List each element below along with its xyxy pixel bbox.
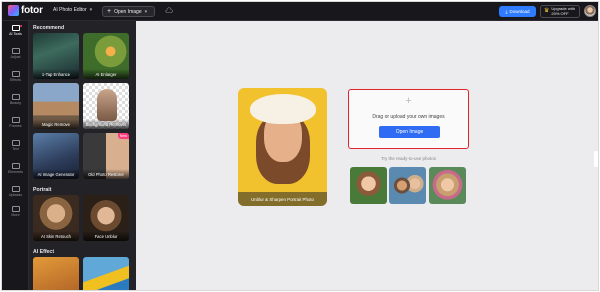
rail-item-elements[interactable]: Elements bbox=[2, 163, 29, 174]
rail-item-ai-tools[interactable]: AI Tools bbox=[2, 25, 29, 36]
tool-tile-ai-skin-retouch[interactable]: AI Skin Retouch bbox=[33, 195, 79, 241]
cloud-icon[interactable] bbox=[165, 7, 173, 14]
main-canvas: Unblur & Sharpen Portrait Photo + Drag o… bbox=[136, 21, 598, 290]
upgrade-button[interactable]: ♛ Upgrade with 20% OFF bbox=[540, 5, 580, 18]
sample-photo-3[interactable] bbox=[429, 167, 466, 204]
upload-dropzone[interactable]: + Drag or upload your own images Open Im… bbox=[348, 89, 469, 149]
open-image-top-button[interactable]: + Open Image ▾ bbox=[102, 6, 155, 17]
tool-tile-label: AI Skin Retouch bbox=[33, 231, 79, 241]
tool-tile-magic-remove[interactable]: Magic Remove bbox=[33, 83, 79, 129]
download-label: Download bbox=[509, 9, 530, 14]
rail-item-frames[interactable]: Frames bbox=[2, 117, 29, 128]
tool-tile-ai-effect-2[interactable] bbox=[83, 257, 129, 290]
frames-icon bbox=[11, 117, 20, 123]
tool-tile-label: AI Image Generator bbox=[33, 169, 79, 179]
rail-label: Uploads bbox=[8, 193, 23, 197]
download-icon: ⤓ bbox=[505, 9, 508, 14]
tool-tile-label: Magic Remove bbox=[33, 119, 79, 129]
beauty-icon bbox=[11, 94, 20, 100]
sample-photo-2[interactable] bbox=[389, 167, 426, 204]
sample-photo-1[interactable] bbox=[350, 167, 387, 204]
tool-panel: Recommend 1-Tap Enhance AI Enlarger Magi… bbox=[29, 21, 136, 290]
tool-rail: AI Tools Adjust Effects Beauty Frames Te… bbox=[2, 21, 29, 290]
text-icon bbox=[11, 140, 20, 146]
plus-icon: + bbox=[107, 8, 112, 15]
editor-mode-select[interactable]: AI Photo Editor ▾ bbox=[53, 7, 92, 13]
effects-icon bbox=[11, 71, 20, 77]
section-title-ai-effect: AI Effect bbox=[33, 249, 55, 255]
rail-label: Beauty bbox=[9, 101, 22, 105]
logo-text: fotor bbox=[21, 5, 43, 16]
tool-tile-label: AI Enlarger bbox=[83, 69, 129, 79]
rail-item-text[interactable]: Text bbox=[2, 140, 29, 151]
section-title-recommend: Recommend bbox=[33, 25, 65, 31]
tool-tile-old-photo-restorer[interactable]: New Old Photo Restorer bbox=[83, 133, 129, 179]
ai-tools-icon bbox=[11, 25, 20, 31]
adjust-icon bbox=[11, 48, 20, 54]
upload-text: Drag or upload your own images bbox=[372, 114, 445, 120]
rail-label: Elements bbox=[8, 170, 23, 174]
rail-item-uploads[interactable]: Uploads bbox=[2, 186, 29, 197]
tool-tile-ai-effect-1[interactable] bbox=[33, 257, 79, 290]
tool-tile-ai-image-generator[interactable]: AI Image Generator bbox=[33, 133, 79, 179]
rail-item-more[interactable]: More bbox=[2, 206, 29, 217]
upgrade-line2: 20% OFF bbox=[551, 10, 569, 16]
upgrade-text: Upgrade with 20% OFF bbox=[551, 6, 575, 16]
rail-item-beauty[interactable]: Beauty bbox=[2, 94, 29, 105]
preview-portrait-hat bbox=[250, 94, 316, 124]
download-button[interactable]: ⤓ Download bbox=[499, 6, 536, 17]
new-badge: New bbox=[117, 133, 129, 139]
rail-label: Frames bbox=[9, 124, 22, 128]
fotor-logo-icon bbox=[8, 5, 19, 16]
tool-tile-label: Face Unblur bbox=[83, 231, 129, 241]
app-window: fotor AI Photo Editor ▾ + Open Image ▾ ⤓… bbox=[1, 1, 599, 291]
rail-item-effects[interactable]: Effects bbox=[2, 71, 29, 82]
right-panel-handle[interactable] bbox=[594, 151, 598, 167]
open-image-chevron-icon: ▾ bbox=[144, 8, 148, 15]
tool-tile-label: Old Photo Restorer bbox=[83, 169, 129, 179]
fotor-logo[interactable]: fotor bbox=[8, 5, 43, 16]
chevron-down-icon: ▾ bbox=[89, 7, 93, 13]
rail-label: More bbox=[11, 213, 20, 217]
section-title-portrait: Portrait bbox=[33, 187, 52, 193]
tool-tile-label: 1-Tap Enhance bbox=[33, 69, 79, 79]
elements-icon bbox=[11, 163, 20, 169]
tool-tile-face-unblur[interactable]: Face Unblur bbox=[83, 195, 129, 241]
preview-label: Unblur & Sharpen Portrait Photo bbox=[238, 192, 327, 206]
tool-tile-1-tap-enhance[interactable]: 1-Tap Enhance bbox=[33, 33, 79, 79]
rail-label: Effects bbox=[10, 78, 21, 82]
editor-mode-label: AI Photo Editor bbox=[53, 7, 87, 13]
top-bar: fotor AI Photo Editor ▾ + Open Image ▾ ⤓… bbox=[2, 2, 598, 21]
tool-tile-label: Background Remover bbox=[83, 119, 129, 129]
preview-card[interactable]: Unblur & Sharpen Portrait Photo bbox=[238, 88, 327, 206]
rail-item-adjust[interactable]: Adjust bbox=[2, 48, 29, 59]
open-image-top-label: Open Image bbox=[114, 8, 142, 15]
open-image-button[interactable]: Open Image bbox=[379, 126, 440, 138]
rail-label: AI Tools bbox=[9, 32, 22, 36]
uploads-icon bbox=[11, 186, 20, 192]
rail-label: Adjust bbox=[10, 55, 21, 59]
rail-label: Text bbox=[12, 147, 19, 151]
tool-tile-ai-enlarger[interactable]: AI Enlarger bbox=[83, 33, 129, 79]
crown-icon: ♛ bbox=[544, 8, 550, 15]
user-avatar[interactable] bbox=[584, 5, 596, 17]
try-sample-text: Try the ready-to-use photos bbox=[380, 156, 437, 161]
tool-tile-background-remover[interactable]: Background Remover bbox=[83, 83, 129, 129]
more-icon bbox=[11, 206, 20, 212]
plus-icon: + bbox=[405, 95, 412, 107]
